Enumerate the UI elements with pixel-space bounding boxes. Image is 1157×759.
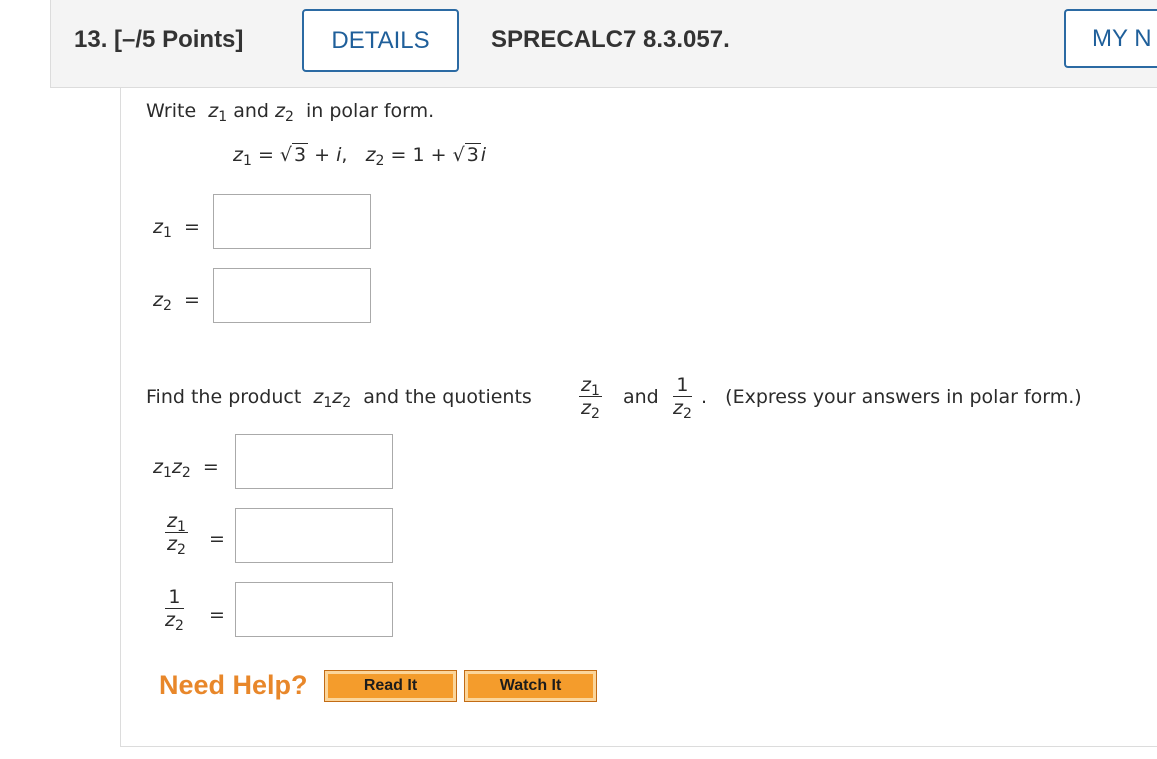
z1-label: z1 =	[153, 216, 200, 241]
z1-over-z2-label: z1 z2	[165, 510, 188, 558]
question-header: 13. [–/5 Points] DETAILS SPRECALC7 8.3.0…	[50, 0, 1157, 88]
question-number-points: 13. [–/5 Points]	[74, 26, 243, 54]
quotient-fraction-1: z1 z2	[579, 374, 602, 422]
sqrt-symbol: √ 3	[279, 143, 309, 166]
intro-text: Write z1 and z2 in polar form.	[146, 100, 435, 125]
find-and: and	[623, 386, 659, 408]
given-values: z1 = √ 3 + i, z2 = 1 + √ 3 i	[233, 143, 487, 169]
need-help-label: Need Help?	[159, 670, 308, 700]
quotient-fraction-2: 1 z2	[673, 374, 692, 422]
z1z2-label: z1z2 =	[153, 456, 219, 481]
question-content: Write z1 and z2 in polar form. z1 = √ 3 +…	[120, 88, 1157, 747]
one-over-z2-label: 1 z2	[165, 586, 184, 634]
z1-over-z2-eq: =	[209, 528, 225, 550]
z2-label: z2 =	[153, 289, 200, 314]
z1-answer-input[interactable]	[213, 194, 371, 249]
one-over-z2-eq: =	[209, 604, 225, 626]
find-text: Find the product z1z2 and the quotients	[146, 386, 532, 411]
watch-it-button[interactable]: Watch It	[464, 670, 597, 702]
quotient-answer-input[interactable]	[235, 508, 393, 563]
question-code: SPRECALC7 8.3.057.	[491, 26, 730, 53]
sqrt-symbol: √ 3	[452, 143, 481, 166]
express-note: . (Express your answers in polar form.)	[701, 386, 1082, 408]
product-answer-input[interactable]	[235, 434, 393, 489]
my-notes-button[interactable]: MY N	[1064, 9, 1157, 68]
points-label: [–/5 Points]	[114, 26, 244, 53]
z2-answer-input[interactable]	[213, 268, 371, 323]
read-it-button[interactable]: Read It	[324, 670, 457, 702]
reciprocal-answer-input[interactable]	[235, 582, 393, 637]
question-number: 13.	[74, 26, 108, 53]
details-button[interactable]: DETAILS	[302, 9, 459, 72]
